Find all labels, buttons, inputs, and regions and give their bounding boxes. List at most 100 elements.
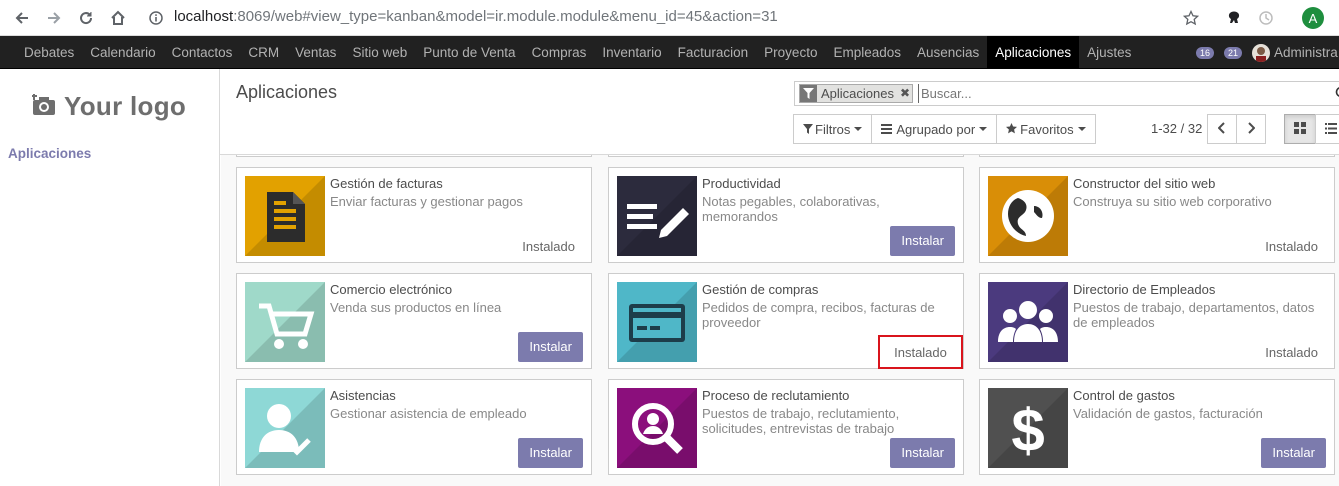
install-button[interactable]: Instalar bbox=[518, 332, 583, 362]
caret-down-icon bbox=[1077, 127, 1086, 131]
menu-item-facturacion[interactable]: Facturacion bbox=[670, 36, 757, 69]
search-options: Filtros Agrupado por Favoritos bbox=[793, 114, 1096, 144]
caret-down-icon bbox=[854, 127, 863, 131]
address-bar[interactable]: localhost:8069/web#view_type=kanban&mode… bbox=[174, 8, 778, 25]
menu-item-debates[interactable]: Debates bbox=[16, 36, 82, 69]
search-input[interactable] bbox=[918, 84, 1318, 103]
filter-funnel-icon bbox=[803, 122, 813, 137]
kanban-card-partial bbox=[979, 155, 1335, 157]
messages-badge[interactable]: 16 bbox=[1196, 46, 1214, 59]
pager-previous-button[interactable] bbox=[1207, 114, 1237, 144]
install-button[interactable]: Instalar bbox=[890, 438, 955, 468]
app-title: Productividad bbox=[702, 176, 781, 191]
menu-item-empleados[interactable]: Empleados bbox=[825, 36, 909, 69]
info-icon[interactable] bbox=[146, 6, 166, 30]
app-description: Enviar facturas y gestionar pagos bbox=[330, 194, 523, 209]
favorites-button[interactable]: Favoritos bbox=[996, 114, 1096, 144]
app-title: Gestión de compras bbox=[702, 282, 819, 297]
filters-button[interactable]: Filtros bbox=[793, 114, 873, 144]
svg-text:$: $ bbox=[1011, 397, 1044, 464]
menu-item-contactos[interactable]: Contactos bbox=[164, 36, 241, 69]
app-title: Comercio electrónico bbox=[330, 282, 453, 297]
app-description: Venda sus productos en línea bbox=[330, 300, 502, 315]
search-icon[interactable] bbox=[1335, 86, 1339, 103]
app-title: Control de gastos bbox=[1073, 388, 1175, 403]
kanban-view-button[interactable] bbox=[1284, 114, 1316, 144]
user-menu[interactable]: Administra bbox=[1274, 45, 1338, 60]
pager-next-button[interactable] bbox=[1236, 114, 1266, 144]
menu-item-calendario[interactable]: Calendario bbox=[82, 36, 163, 69]
app-card[interactable]: Constructor del sitio web Construya su si… bbox=[979, 167, 1335, 263]
menu-item-aplicaciones[interactable]: Aplicaciones bbox=[987, 36, 1080, 69]
app-title: Gestión de facturas bbox=[330, 176, 443, 191]
caret-down-icon bbox=[979, 127, 988, 131]
bookmark-star-icon[interactable] bbox=[1179, 6, 1203, 30]
sidebar-item-aplicaciones[interactable]: Aplicaciones bbox=[8, 146, 91, 161]
installed-status: Instalado bbox=[1265, 239, 1318, 254]
extension-gnome-icon[interactable] bbox=[1222, 6, 1246, 30]
logo-text: Your logo bbox=[64, 91, 187, 121]
menu-item-punto-de-venta[interactable]: Punto de Venta bbox=[415, 36, 523, 69]
menu-item-inventario[interactable]: Inventario bbox=[594, 36, 669, 69]
app-description: Notas pegables, colaborativas, memorando… bbox=[702, 194, 880, 224]
extension-timer-icon[interactable] bbox=[1254, 6, 1278, 30]
kanban-card-partial bbox=[236, 155, 592, 157]
menu-item-ajustes[interactable]: Ajustes bbox=[1079, 36, 1139, 69]
app-description: Gestionar asistencia de empleado bbox=[330, 406, 527, 421]
profile-avatar[interactable]: A bbox=[1302, 7, 1324, 29]
menu-item-compras[interactable]: Compras bbox=[524, 36, 595, 69]
search-box[interactable]: Aplicaciones ✖ bbox=[794, 81, 1339, 106]
user-avatar[interactable] bbox=[1252, 43, 1270, 62]
control-panel: Aplicaciones Aplicaciones ✖ Filtros Agru… bbox=[220, 69, 1339, 155]
activities-badge[interactable]: 21 bbox=[1224, 46, 1242, 59]
menu-item-ausencias[interactable]: Ausencias bbox=[909, 36, 987, 69]
app-card[interactable]: Directorio de Empleados Puestos de trabaj… bbox=[979, 273, 1335, 369]
groupby-button[interactable]: Agrupado por bbox=[871, 114, 998, 144]
globe-icon bbox=[988, 176, 1068, 256]
notes-icon bbox=[617, 176, 697, 256]
pager-value[interactable]: 1-32 / 32 bbox=[1151, 121, 1202, 136]
filter-icon bbox=[800, 85, 817, 102]
menu-item-ventas[interactable]: Ventas bbox=[287, 36, 344, 69]
search-facet[interactable]: Aplicaciones ✖ bbox=[799, 84, 913, 103]
install-button[interactable]: Instalar bbox=[518, 438, 583, 468]
reload-icon[interactable] bbox=[74, 6, 98, 30]
main-menu: Debates Calendario Contactos CRM Ventas Sitio… bbox=[0, 36, 1339, 69]
app-description: Validación de gastos, facturación bbox=[1073, 406, 1263, 421]
app-card[interactable]: Asistencias Gestionar asistencia de emple… bbox=[236, 379, 592, 475]
profile-initial: A bbox=[1308, 10, 1318, 26]
list-view-button[interactable] bbox=[1315, 114, 1339, 144]
credit-card-icon bbox=[617, 282, 697, 362]
main-menu-items: Debates Calendario Contactos CRM Ventas Sitio… bbox=[16, 36, 1139, 69]
app-description: Puestos de trabajo, reclutamiento, solic… bbox=[702, 406, 900, 436]
install-button[interactable]: Instalar bbox=[890, 226, 955, 256]
menu-item-sitio-web[interactable]: Sitio web bbox=[344, 36, 415, 69]
grid-icon bbox=[1294, 121, 1306, 137]
app-card[interactable]: Comercio electrónico Venda sus productos … bbox=[236, 273, 592, 369]
menu-item-crm[interactable]: CRM bbox=[240, 36, 287, 69]
app-card[interactable]: $ Control de gastos Validación de gastos, … bbox=[979, 379, 1335, 475]
sidebar: Your logo Aplicaciones bbox=[0, 69, 220, 486]
forward-icon[interactable] bbox=[42, 6, 66, 30]
back-icon[interactable] bbox=[10, 6, 34, 30]
app-card[interactable]: Gestión de compras Pedidos de compra, rec… bbox=[608, 273, 964, 369]
app-title: Asistencias bbox=[330, 388, 396, 403]
chevron-right-icon bbox=[1247, 121, 1256, 137]
app-card[interactable]: Proceso de reclutamiento Puestos de traba… bbox=[608, 379, 964, 475]
url-host: localhost bbox=[174, 8, 234, 25]
menu-item-proyecto[interactable]: Proyecto bbox=[756, 36, 825, 69]
dollar-icon: $ bbox=[988, 388, 1068, 468]
facet-remove-icon[interactable]: ✖ bbox=[898, 85, 912, 102]
app-card[interactable]: Productividad Notas pegables, colaborativ… bbox=[608, 167, 964, 263]
app-card[interactable]: Gestión de facturas Enviar facturas y ges… bbox=[236, 167, 592, 263]
filters-label: Filtros bbox=[815, 121, 851, 137]
company-logo[interactable]: Your logo bbox=[32, 91, 186, 122]
app-title: Proceso de reclutamiento bbox=[702, 388, 850, 403]
star-icon bbox=[1006, 122, 1018, 137]
page-title: Aplicaciones bbox=[236, 82, 338, 102]
app-description: Construya su sitio web corporativo bbox=[1073, 194, 1272, 209]
bars-icon bbox=[881, 122, 893, 137]
home-icon[interactable] bbox=[106, 6, 130, 30]
app-title: Constructor del sitio web bbox=[1073, 176, 1216, 191]
install-button[interactable]: Instalar bbox=[1261, 438, 1326, 468]
